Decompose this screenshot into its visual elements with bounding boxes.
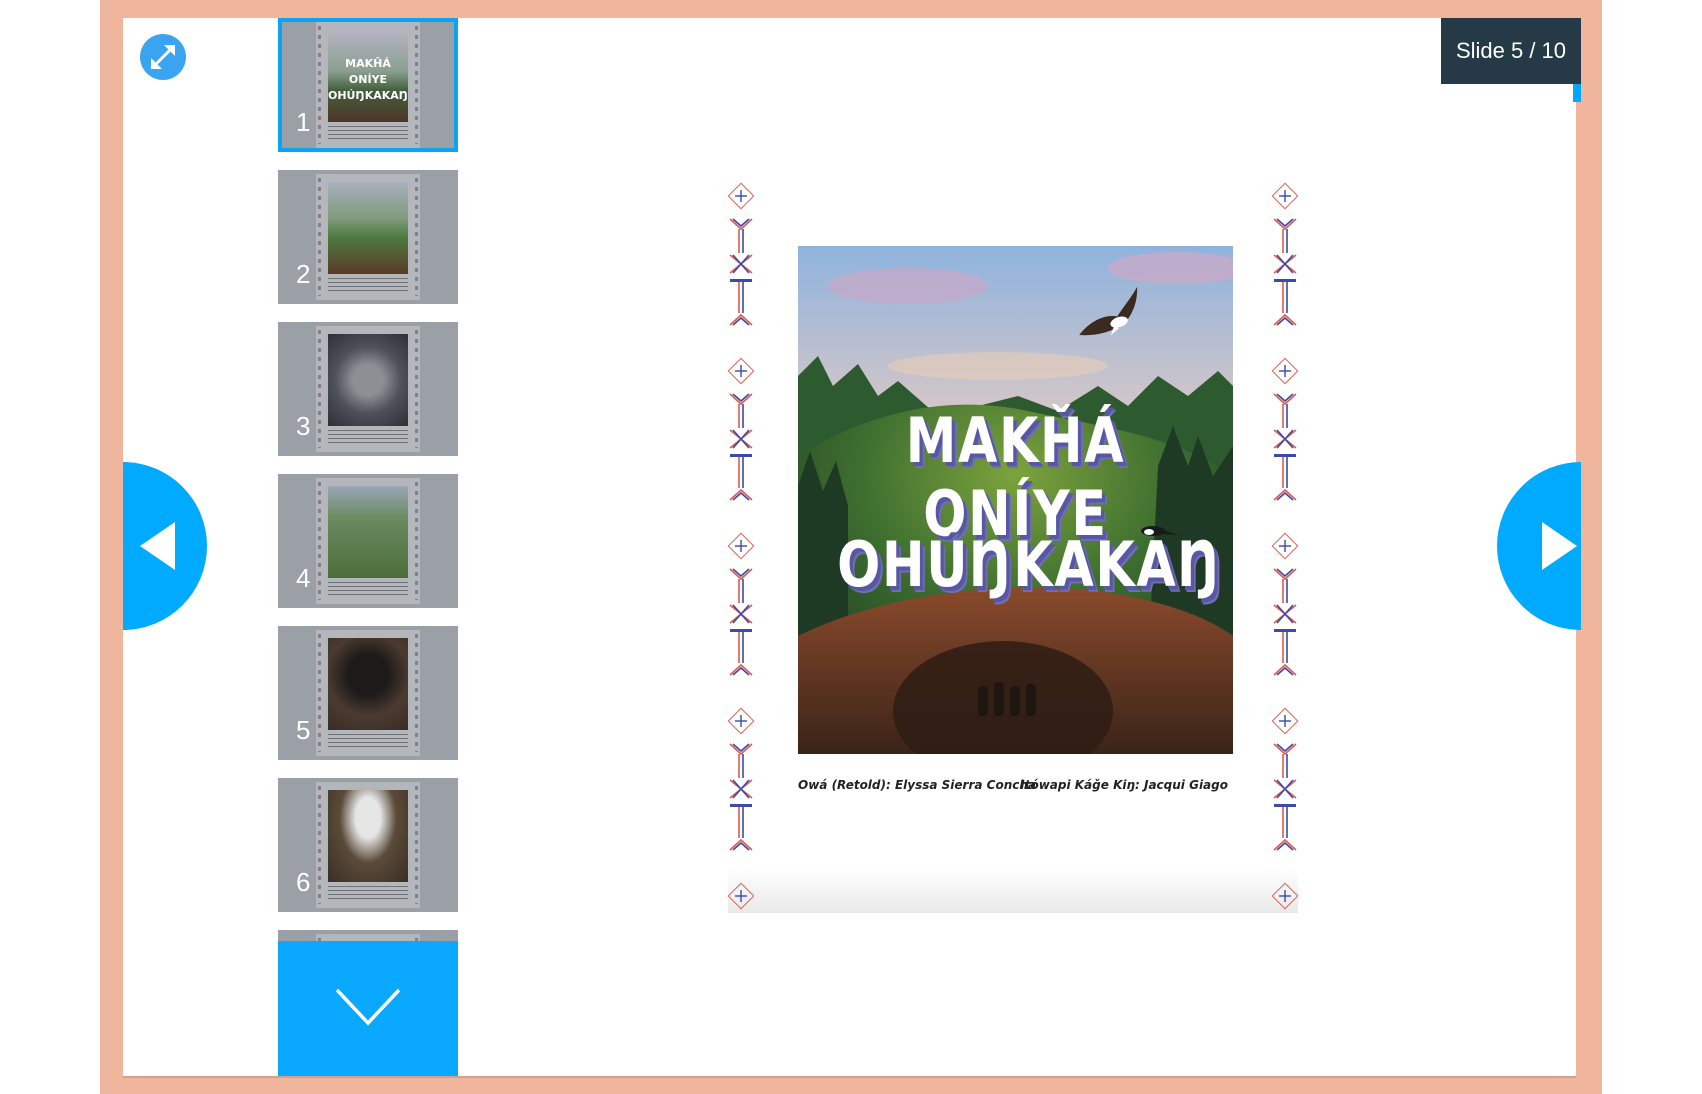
fullscreen-button[interactable] [140, 34, 186, 80]
thumbnail-text [328, 886, 408, 900]
cover-title-line-2: OHÚŊKAKAŊ [837, 528, 1222, 601]
thumbnail-cover-title: MAKȞÁ ONÍYE OHÚŊKAKAŊ [328, 57, 408, 102]
thumbnail-text [328, 278, 408, 292]
thumbnail-2[interactable]: 2 [278, 170, 458, 304]
triangle-right-icon [1542, 522, 1577, 570]
thumbnail-text [328, 430, 408, 444]
thumbnail-6[interactable]: 6 [278, 778, 458, 912]
thumbnail-number: 6 [296, 867, 311, 897]
thumbnail-number: 3 [296, 411, 311, 441]
next-slide-button[interactable] [1497, 462, 1581, 630]
book-cover-page: MAKȞÁ ONÍYE OHÚŊKAKAŊ Owá (Retold): Elys… [728, 181, 1298, 913]
thumbnail-text [328, 734, 408, 748]
thumbnail-image [328, 638, 408, 730]
thumbnail-number: 2 [296, 259, 311, 289]
thumbnail-text [328, 582, 408, 596]
viewer-bottom-edge [123, 1076, 1576, 1078]
thumbnail-image [328, 790, 408, 882]
cover-illustration: MAKȞÁ ONÍYE OHÚŊKAKAŊ [798, 246, 1233, 754]
thumbnail-strip[interactable]: MAKȞÁ ONÍYE OHÚŊKAKAŊ 1 2 3 4 5 6 [278, 18, 458, 1076]
thumbnail-number: 5 [296, 715, 311, 745]
tribal-border-right [1272, 182, 1298, 910]
thumbnail-1[interactable]: MAKȞÁ ONÍYE OHÚŊKAKAŊ 1 [278, 18, 458, 152]
thumbnail-number: 1 [296, 107, 311, 137]
thumbnail-3[interactable]: 3 [278, 322, 458, 456]
thumbnail-5[interactable]: 5 [278, 626, 458, 760]
tribal-border-left [728, 182, 754, 910]
expand-arrows-icon [151, 45, 175, 69]
illustrator-credit: Itówapi Káǧe Kiŋ: Jacqui Giago [1020, 778, 1228, 792]
chevron-down-icon [335, 988, 401, 1026]
triangle-left-icon [140, 522, 175, 570]
thumbnail-number: 4 [296, 563, 311, 593]
thumbnails-scroll-down-button[interactable] [278, 941, 458, 1076]
thumbnail-image [328, 334, 408, 426]
thumbnail-image [328, 486, 408, 578]
slide-counter: Slide 5 / 10 [1441, 18, 1581, 84]
author-credit: Owá (Retold): Elyssa Sierra Concha [798, 778, 1037, 792]
thumbnail-4[interactable]: 4 [278, 474, 458, 608]
previous-slide-button[interactable] [123, 462, 208, 630]
thumbnail-image [328, 182, 408, 274]
thumbnail-text [328, 126, 408, 140]
